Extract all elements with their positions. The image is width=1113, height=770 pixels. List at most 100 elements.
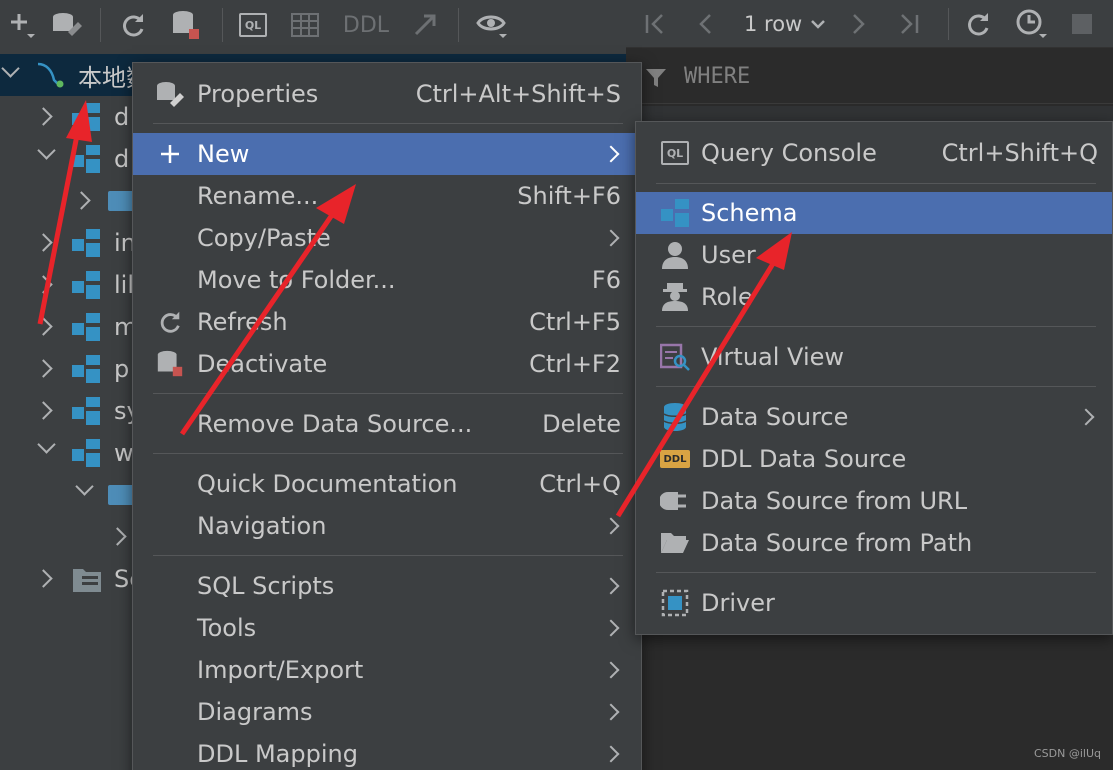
schema-label: d bbox=[114, 103, 130, 131]
server-objects-icon bbox=[72, 566, 102, 594]
menu-item-ddl-mapping[interactable]: DDL Mapping bbox=[133, 733, 641, 770]
menu-item-data-source[interactable]: Data Source bbox=[636, 396, 1112, 438]
menu-item-deactivate[interactable]: Deactivate Ctrl+F2 bbox=[133, 343, 641, 385]
menu-item-label: Diagrams bbox=[197, 698, 313, 726]
menu-item-label: User bbox=[701, 241, 756, 269]
compare-icon[interactable] bbox=[406, 6, 444, 44]
refresh-icon bbox=[153, 305, 187, 339]
menu-item-label: Driver bbox=[701, 589, 775, 617]
menu-item-label: Remove Data Source... bbox=[197, 410, 473, 438]
menu-item-remove-data-source[interactable]: Remove Data Source... Delete bbox=[133, 403, 641, 445]
menu-item-label: DDL Data Source bbox=[701, 445, 907, 473]
menu-item-tools[interactable]: Tools bbox=[133, 607, 641, 649]
view-options-icon[interactable] bbox=[472, 6, 512, 44]
menu-item-label: Role bbox=[701, 283, 753, 311]
first-page-icon[interactable] bbox=[640, 6, 670, 42]
menu-item-navigation[interactable]: Navigation bbox=[133, 505, 641, 547]
add-icon[interactable] bbox=[4, 6, 40, 44]
schema-icon bbox=[72, 439, 100, 467]
menu-item-label: Quick Documentation bbox=[197, 470, 458, 498]
menu-item-import-export[interactable]: Import/Export bbox=[133, 649, 641, 691]
table-editor-icon[interactable] bbox=[286, 6, 324, 44]
chevron-down-icon bbox=[811, 20, 826, 29]
chevron-right-icon[interactable] bbox=[36, 106, 56, 126]
menu-item-move-to-folder[interactable]: Move to Folder... F6 bbox=[133, 259, 641, 301]
next-page-icon[interactable] bbox=[844, 6, 874, 42]
ddl-button[interactable]: DDL bbox=[338, 6, 394, 44]
last-page-icon[interactable] bbox=[894, 6, 924, 42]
page-size-select[interactable]: 1 row bbox=[744, 6, 826, 42]
menu-item-label: Schema bbox=[701, 199, 798, 227]
menu-item-properties[interactable]: Properties Ctrl+Alt+Shift+S bbox=[133, 73, 641, 115]
disconnect-icon[interactable] bbox=[166, 6, 204, 44]
chevron-right-icon[interactable] bbox=[36, 316, 56, 336]
chevron-right-icon bbox=[605, 231, 619, 245]
menu-item-role[interactable]: Role bbox=[636, 276, 1112, 318]
menu-item-label: Navigation bbox=[197, 512, 327, 540]
chevron-right-icon[interactable] bbox=[36, 232, 56, 252]
chevron-down-icon[interactable] bbox=[74, 480, 94, 500]
menu-item-data-source-from-path[interactable]: Data Source from Path bbox=[636, 522, 1112, 564]
menu-item-new[interactable]: New bbox=[133, 133, 641, 175]
explorer-toolbar: QL DDL bbox=[0, 0, 626, 50]
menu-item-virtual-view[interactable]: Virtual View bbox=[636, 336, 1112, 378]
query-console-icon[interactable]: QL bbox=[234, 6, 272, 44]
previous-page-icon[interactable] bbox=[690, 6, 720, 42]
open-folder-icon bbox=[658, 526, 692, 560]
query-console-icon: QL bbox=[658, 136, 692, 170]
menu-item-label: Data Source bbox=[701, 403, 849, 431]
reload-icon[interactable] bbox=[960, 6, 996, 42]
menu-item-shortcut: Ctrl+F5 bbox=[529, 308, 621, 336]
chevron-right-icon bbox=[605, 579, 619, 593]
menu-item-ddl-data-source[interactable]: DDL DDL Data Source bbox=[636, 438, 1112, 480]
data-source-properties-icon[interactable] bbox=[48, 6, 86, 44]
menu-item-schema[interactable]: Schema bbox=[636, 192, 1112, 234]
menu-item-diagrams[interactable]: Diagrams bbox=[133, 691, 641, 733]
menu-item-label: New bbox=[197, 140, 250, 168]
menu-item-label: Properties bbox=[197, 80, 319, 108]
stop-icon[interactable] bbox=[1068, 6, 1096, 42]
chevron-right-icon bbox=[605, 663, 619, 677]
chevron-down-icon[interactable] bbox=[0, 62, 20, 82]
properties-icon bbox=[153, 77, 187, 111]
context-menu: Properties Ctrl+Alt+Shift+S New Rename..… bbox=[132, 62, 642, 770]
chevron-down-icon[interactable] bbox=[36, 144, 56, 164]
menu-item-copy-paste[interactable]: Copy/Paste bbox=[133, 217, 641, 259]
menu-item-refresh[interactable]: Refresh Ctrl+F5 bbox=[133, 301, 641, 343]
menu-item-query-console[interactable]: QL Query Console Ctrl+Shift+Q bbox=[636, 132, 1112, 174]
menu-item-shortcut: Delete bbox=[542, 410, 621, 438]
menu-item-sql-scripts[interactable]: SQL Scripts bbox=[133, 565, 641, 607]
history-icon[interactable] bbox=[1012, 6, 1052, 42]
chevron-right-icon bbox=[605, 519, 619, 533]
menu-item-rename[interactable]: Rename... Shift+F6 bbox=[133, 175, 641, 217]
deactivate-icon bbox=[153, 347, 187, 381]
menu-item-quick-documentation[interactable]: Quick Documentation Ctrl+Q bbox=[133, 463, 641, 505]
refresh-icon[interactable] bbox=[114, 6, 152, 44]
schema-label: p bbox=[114, 355, 130, 383]
menu-item-shortcut: Shift+F6 bbox=[517, 182, 621, 210]
folder-icon bbox=[108, 191, 134, 211]
chevron-right-icon[interactable] bbox=[36, 274, 56, 294]
chevron-right-icon bbox=[1080, 410, 1094, 424]
menu-item-label: Tools bbox=[197, 614, 257, 642]
schema-icon bbox=[72, 229, 100, 257]
menu-item-driver[interactable]: Driver bbox=[636, 582, 1112, 624]
menu-item-label: Data Source from URL bbox=[701, 487, 968, 515]
chevron-right-icon[interactable] bbox=[36, 568, 56, 588]
data-source-icon bbox=[658, 400, 692, 434]
chevron-right-icon[interactable] bbox=[36, 358, 56, 378]
ql-icon-text: QL bbox=[239, 13, 267, 37]
chevron-right-icon[interactable] bbox=[74, 190, 94, 210]
schema-icon bbox=[72, 397, 100, 425]
menu-item-user[interactable]: User bbox=[636, 234, 1112, 276]
chevron-down-icon[interactable] bbox=[36, 438, 56, 458]
menu-item-label: Import/Export bbox=[197, 656, 364, 684]
menu-item-data-source-from-url[interactable]: Data Source from URL bbox=[636, 480, 1112, 522]
chevron-right-icon[interactable] bbox=[110, 526, 130, 546]
chevron-right-icon bbox=[605, 747, 619, 761]
plug-icon bbox=[658, 484, 692, 518]
plus-icon bbox=[153, 137, 187, 171]
user-icon bbox=[658, 238, 692, 272]
menu-item-shortcut: Ctrl+Shift+Q bbox=[941, 139, 1098, 167]
chevron-right-icon[interactable] bbox=[36, 400, 56, 420]
